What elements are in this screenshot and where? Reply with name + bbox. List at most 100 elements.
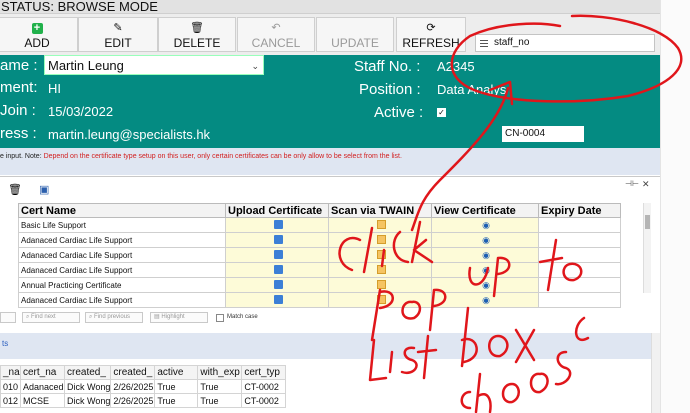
col-expiry[interactable]: Expiry Date: [538, 203, 621, 218]
table-cell[interactable]: MCSE: [20, 393, 65, 408]
eye-icon[interactable]: ◉: [482, 250, 490, 260]
table-row[interactable]: Adanaced Cardiac Life Support ◉: [18, 292, 621, 308]
col-header[interactable]: active: [154, 365, 199, 380]
col-cert-name[interactable]: Cert Name: [18, 203, 226, 218]
cert-name-cell[interactable]: Adanaced Cardiac Life Support: [18, 232, 226, 248]
scanner-icon[interactable]: [376, 279, 386, 289]
upload-icon[interactable]: [273, 294, 283, 304]
scroll-thumb[interactable]: [645, 215, 650, 229]
upload-cell[interactable]: [225, 277, 329, 293]
col-header[interactable]: cert_na: [20, 365, 65, 380]
table-cell[interactable]: True: [197, 393, 243, 408]
table-cell[interactable]: 2/26/2025: [110, 379, 156, 394]
upload-cell[interactable]: [225, 262, 329, 278]
eye-icon[interactable]: ◉: [482, 280, 490, 290]
save-row-icon[interactable]: ▣: [39, 184, 49, 196]
cert-name-cell[interactable]: Basic Life Support: [18, 217, 226, 233]
upload-icon[interactable]: [273, 264, 283, 274]
scan-cell[interactable]: [328, 247, 432, 263]
table-row[interactable]: Adanaced Cardiac Life Support ◉: [18, 247, 621, 263]
table-row[interactable]: Adanaced Cardiac Life Support ◉: [18, 232, 621, 248]
expiry-cell[interactable]: [538, 262, 621, 278]
highlight-button[interactable]: ▤ Highlight: [150, 312, 208, 323]
close-icon[interactable]: ✕: [642, 179, 650, 190]
table-cell[interactable]: Adanaced: [20, 379, 65, 394]
add-button[interactable]: + ADD: [0, 17, 78, 52]
table-row[interactable]: Adanaced Cardiac Life Support ◉: [18, 262, 621, 278]
pin-icon[interactable]: ⊣⊢: [625, 179, 639, 188]
upload-icon[interactable]: [273, 279, 283, 289]
records-scrollbar[interactable]: [651, 333, 660, 413]
table-cell[interactable]: True: [197, 379, 243, 394]
eye-icon[interactable]: ◉: [482, 220, 490, 230]
table-row[interactable]: 012 MCSE Dick Wong 2/26/2025 True True C…: [0, 393, 287, 408]
active-checkbox[interactable]: ✓: [437, 108, 446, 117]
col-header[interactable]: with_exp: [197, 365, 243, 380]
find-previous-button[interactable]: ⌕ Find previous: [85, 312, 143, 323]
upload-icon[interactable]: [273, 234, 283, 244]
cert-number-field[interactable]: CN-0004: [502, 126, 584, 142]
table-cell[interactable]: 010: [0, 379, 21, 394]
table-cell[interactable]: 2/26/2025: [110, 393, 156, 408]
eye-icon[interactable]: ◉: [482, 295, 490, 305]
upload-cell[interactable]: [225, 232, 329, 248]
table-cell[interactable]: True: [154, 379, 199, 394]
cert-name-cell[interactable]: Adanaced Cardiac Life Support: [18, 247, 226, 263]
cert-name-cell[interactable]: Adanaced Cardiac Life Support: [18, 292, 226, 308]
view-cell[interactable]: ◉: [431, 292, 539, 308]
cert-name-cell[interactable]: Adanaced Cardiac Life Support: [18, 262, 226, 278]
scan-cell[interactable]: [328, 277, 432, 293]
scan-cell[interactable]: [328, 262, 432, 278]
col-scan[interactable]: Scan via TWAIN: [328, 203, 432, 218]
upload-cell[interactable]: [225, 292, 329, 308]
update-button[interactable]: UPDATE: [316, 17, 394, 52]
col-header[interactable]: created_: [63, 365, 112, 380]
find-input[interactable]: [0, 312, 16, 323]
delete-row-icon[interactable]: 🗑: [8, 184, 22, 196]
table-cell[interactable]: True: [154, 393, 199, 408]
expiry-cell[interactable]: [538, 232, 621, 248]
col-upload[interactable]: Upload Certificate: [225, 203, 329, 218]
col-header[interactable]: _na: [0, 365, 21, 380]
view-cell[interactable]: ◉: [431, 247, 539, 263]
expiry-cell[interactable]: [538, 217, 621, 233]
refresh-button[interactable]: ⟳ REFRESH: [396, 17, 466, 52]
scanner-icon[interactable]: [376, 294, 386, 304]
scanner-icon[interactable]: [376, 219, 386, 229]
col-header[interactable]: cert_typ: [241, 365, 287, 380]
table-row[interactable]: Basic Life Support ◉: [18, 217, 621, 233]
view-cell[interactable]: ◉: [431, 217, 539, 233]
table-cell[interactable]: Dick Wong: [63, 393, 112, 408]
upload-cell[interactable]: [225, 217, 329, 233]
table-cell[interactable]: CT-0002: [241, 393, 287, 408]
col-view[interactable]: View Certificate: [431, 203, 539, 218]
eye-icon[interactable]: ◉: [482, 235, 490, 245]
table-row[interactable]: 010 Adanaced Dick Wong 2/26/2025 True Tr…: [0, 379, 287, 394]
scan-cell[interactable]: [328, 232, 432, 248]
scan-cell[interactable]: [328, 217, 432, 233]
scan-cell[interactable]: [328, 292, 432, 308]
scanner-icon[interactable]: [376, 234, 386, 244]
grid-scrollbar[interactable]: [643, 203, 651, 293]
upload-cell[interactable]: [225, 247, 329, 263]
scanner-icon[interactable]: [376, 249, 386, 259]
upload-icon[interactable]: [273, 219, 283, 229]
table-cell[interactable]: Dick Wong: [63, 379, 112, 394]
staff-no-dropdown[interactable]: staff_no: [475, 34, 655, 52]
edit-button[interactable]: ✎ EDIT: [78, 17, 158, 52]
expiry-cell[interactable]: [538, 277, 621, 293]
col-header[interactable]: created_: [110, 365, 156, 380]
expiry-cell[interactable]: [538, 247, 621, 263]
delete-button[interactable]: 🗑 DELETE: [158, 17, 236, 52]
view-cell[interactable]: ◉: [431, 277, 539, 293]
view-cell[interactable]: ◉: [431, 232, 539, 248]
table-row[interactable]: Annual Practicing Certificate ◉: [18, 277, 621, 293]
find-next-button[interactable]: ⌕ Find next: [22, 312, 80, 323]
eye-icon[interactable]: ◉: [482, 265, 490, 275]
table-cell[interactable]: CT-0002: [241, 379, 287, 394]
view-cell[interactable]: ◉: [431, 262, 539, 278]
table-cell[interactable]: 012: [0, 393, 21, 408]
scanner-icon[interactable]: [376, 264, 386, 274]
cert-name-cell[interactable]: Annual Practicing Certificate: [18, 277, 226, 293]
match-case-checkbox[interactable]: [216, 314, 224, 322]
